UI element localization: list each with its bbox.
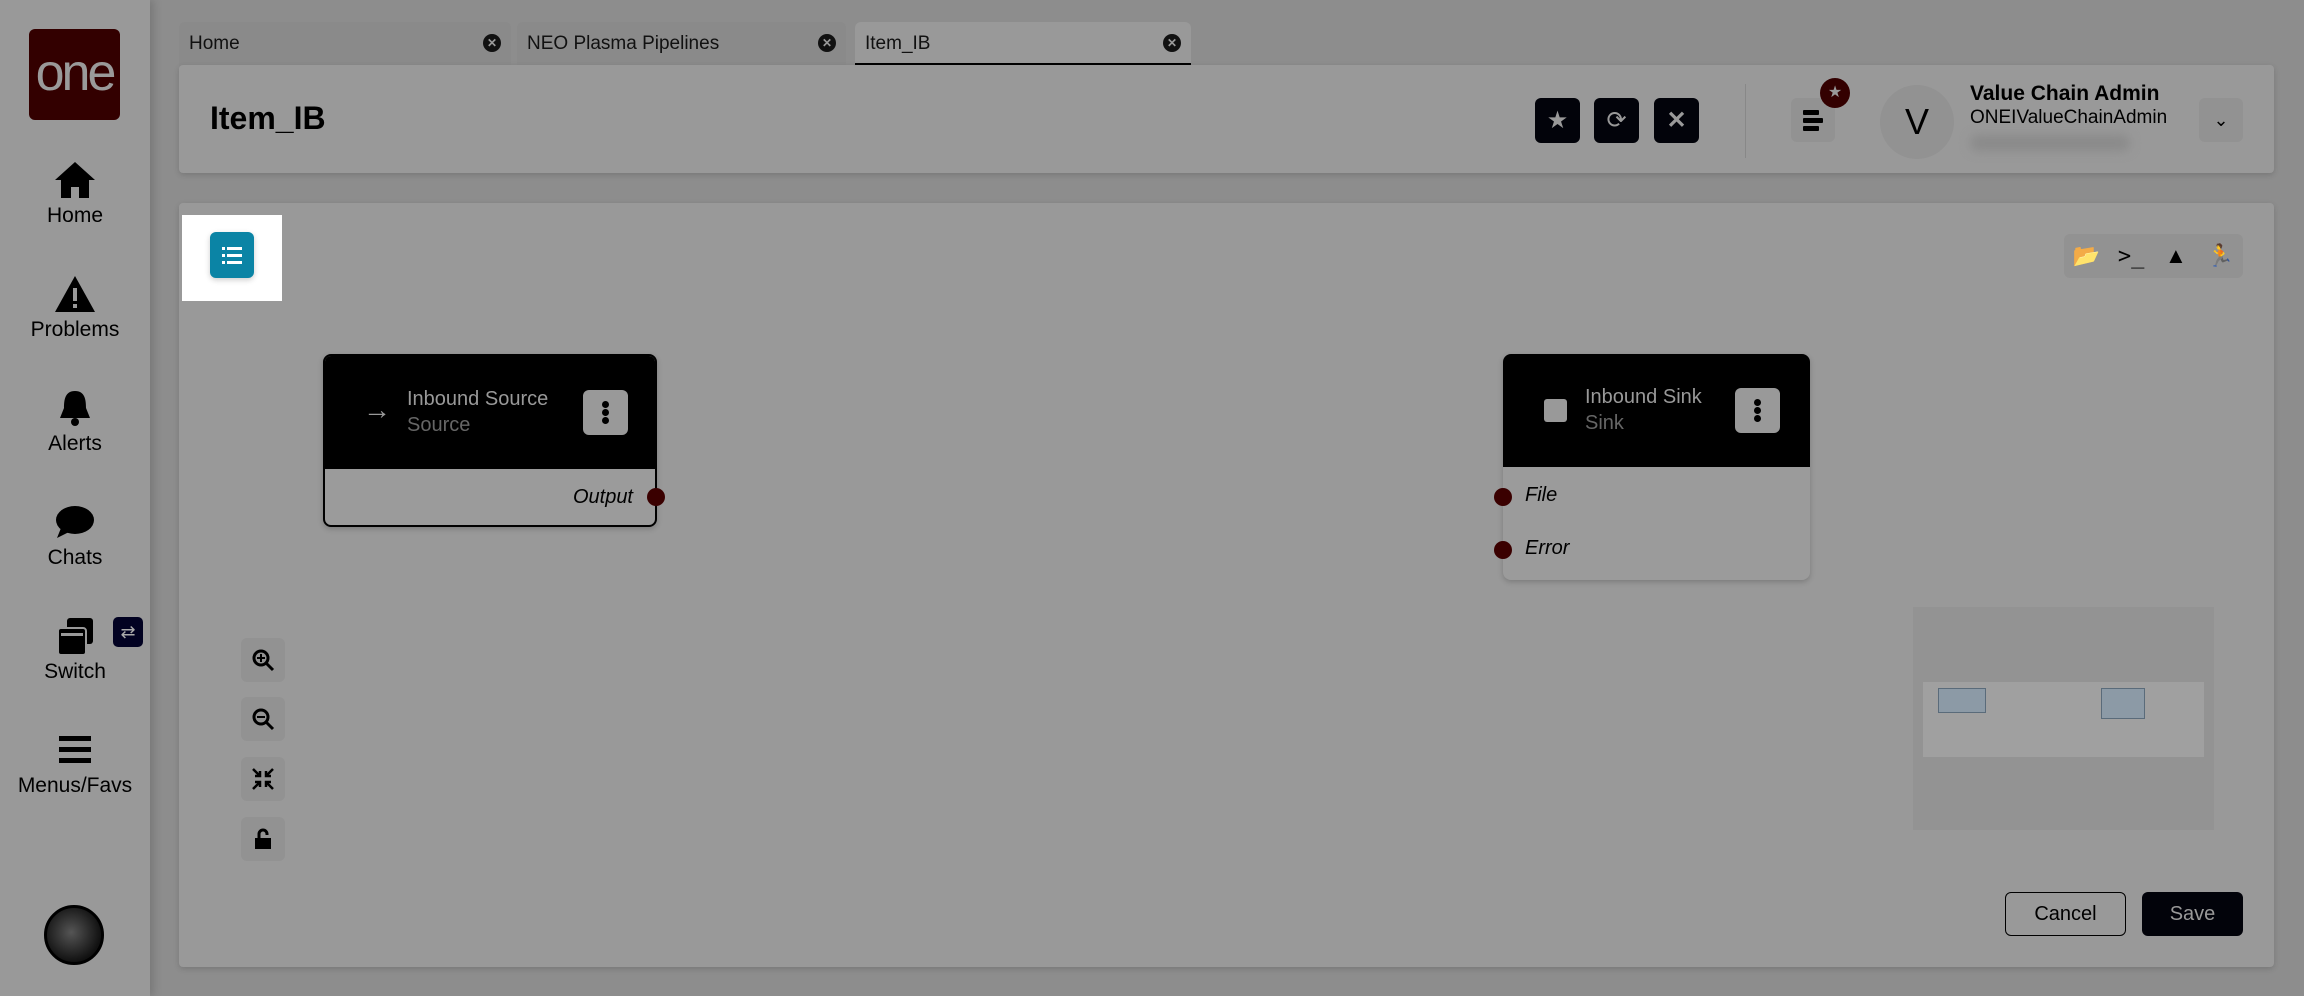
node-title: Inbound Sink (1585, 386, 1702, 408)
file-input-port[interactable] (1494, 488, 1512, 506)
port-label: File (1525, 484, 1558, 506)
terminal-icon[interactable]: >_ (2109, 234, 2154, 278)
home-icon (55, 162, 95, 198)
unlock-icon (255, 828, 271, 849)
user-login: ONEIValueChainAdmin (1970, 107, 2168, 128)
zoom-out-icon (252, 708, 275, 731)
node-inbound-source[interactable]: → Inbound Source Source Output (323, 354, 657, 527)
sidebar-item-label: Problems (30, 318, 120, 341)
divider (1745, 84, 1746, 158)
node-type: Sink (1585, 412, 1624, 434)
node-title: Inbound Source (407, 388, 549, 410)
close-tab-icon[interactable]: ✕ (818, 34, 836, 52)
sidebar-item-alerts[interactable]: Alerts (0, 388, 150, 456)
sidebar-item-label: Home (46, 204, 104, 227)
switch-icon (57, 618, 93, 656)
favorites-badge-star-icon[interactable]: ★ (1820, 78, 1850, 108)
node-menu-button[interactable] (583, 390, 628, 435)
zoom-in-button[interactable] (241, 638, 285, 682)
tab-label: NEO Plasma Pipelines (527, 33, 720, 54)
arrow-right-icon: → (363, 394, 391, 425)
switch-arrows-icon[interactable]: ⇄ (113, 617, 143, 647)
hamburger-icon (59, 736, 91, 763)
tab-item-ib[interactable]: Item_IB ✕ (855, 22, 1191, 66)
canvas-toolbar: 📂 >_ ▲ 🏃 (2064, 234, 2243, 278)
sidebar-item-home[interactable]: Home (0, 160, 150, 228)
list-icon (222, 247, 242, 264)
output-port[interactable] (647, 488, 665, 506)
close-tab-icon[interactable]: ✕ (1163, 34, 1181, 52)
chevron-down-icon: ⌄ (2213, 110, 2229, 130)
tab-home[interactable]: Home ✕ (179, 22, 511, 66)
sidebar: one Home Problems Alerts Chats Switch ⇄ … (0, 0, 150, 996)
star-icon: ★ (1546, 107, 1569, 134)
minimap[interactable] (1913, 607, 2214, 830)
fit-view-button[interactable] (241, 757, 285, 801)
bell-icon (60, 391, 90, 426)
sidebar-item-label: Alerts (48, 432, 102, 455)
close-icon: ✕ (1666, 107, 1687, 134)
cancel-button[interactable]: Cancel (2005, 892, 2126, 936)
sidebar-item-label: Chats (47, 546, 103, 569)
close-tab-icon[interactable]: ✕ (483, 34, 501, 52)
tab-label: Home (189, 33, 240, 54)
tab-neo-plasma-pipelines[interactable]: NEO Plasma Pipelines ✕ (517, 22, 846, 66)
pipeline-canvas[interactable] (179, 203, 2274, 967)
refresh-icon: ⟳ (1606, 107, 1627, 134)
folder-open-icon[interactable]: 📂 (2064, 234, 2109, 278)
sidebar-item-label: Switch (44, 660, 106, 683)
user-dropdown-button[interactable]: ⌄ (2199, 98, 2243, 142)
compress-icon (252, 768, 274, 790)
minimap-node (2101, 688, 2145, 719)
sidebar-item-label: Menus/Favs (17, 774, 133, 797)
node-inbound-sink[interactable]: Inbound Sink Sink File Error (1503, 354, 1810, 580)
error-input-port[interactable] (1494, 541, 1512, 559)
sidebar-item-menus-favs[interactable]: Menus/Favs (0, 730, 150, 798)
blurred-text (1970, 135, 2130, 151)
port-label: Output (572, 486, 633, 508)
square-icon (1544, 399, 1567, 422)
minimap-node (1938, 688, 1986, 713)
tab-label: Item_IB (865, 33, 931, 54)
app-logo[interactable]: one (29, 29, 120, 120)
chat-icon (56, 506, 94, 538)
node-menu-button[interactable] (1735, 388, 1780, 433)
zoom-out-button[interactable] (241, 697, 285, 741)
page-header (179, 65, 2274, 173)
page-title: Item_IB (210, 100, 326, 136)
node-type: Source (407, 414, 471, 436)
assistant-avatar[interactable] (44, 905, 104, 965)
refresh-button[interactable]: ⟳ (1594, 98, 1639, 143)
lock-button[interactable] (241, 817, 285, 861)
save-button[interactable]: Save (2142, 892, 2243, 936)
zoom-in-icon (252, 649, 275, 672)
sidebar-item-chats[interactable]: Chats (0, 504, 150, 570)
port-label: Error (1525, 537, 1570, 559)
mountain-icon[interactable]: ▲ (2154, 234, 2199, 278)
favorite-button[interactable]: ★ (1535, 98, 1580, 143)
running-icon[interactable]: 🏃 (2198, 234, 2243, 278)
node-list-button[interactable] (210, 232, 254, 278)
user-name: Value Chain Admin (1970, 82, 2160, 105)
warning-icon (55, 276, 95, 312)
avatar[interactable]: V (1880, 85, 1954, 159)
close-button[interactable]: ✕ (1654, 98, 1699, 143)
sidebar-item-problems[interactable]: Problems (0, 274, 150, 342)
